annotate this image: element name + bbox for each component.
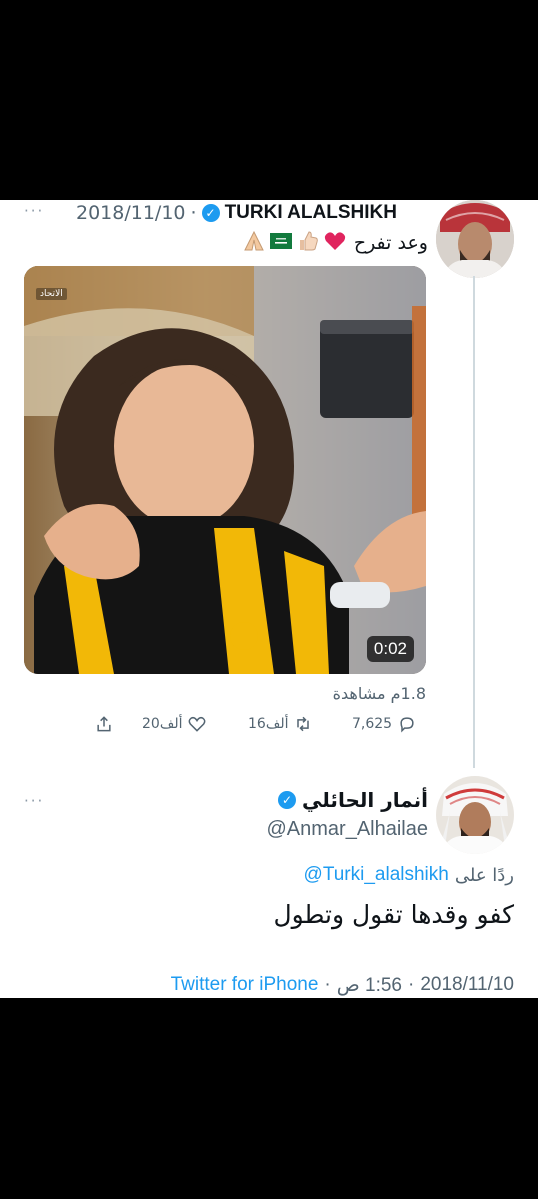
- reply-count: 7,625: [352, 716, 393, 732]
- tweet1-video-media[interactable]: الاتحاد 0:02: [24, 266, 426, 674]
- more-options-icon[interactable]: ···: [24, 202, 44, 220]
- like-count: 20ألف: [142, 716, 183, 732]
- saudi-flag-emoji: [269, 233, 292, 253]
- tweet1-author-name[interactable]: TURKI ALALSHIKH: [225, 202, 397, 224]
- tweet2-handle[interactable]: @Anmar_Alhailae: [200, 818, 429, 841]
- tweet1-author-avatar[interactable]: [436, 200, 514, 278]
- reply-prefix: ردًا على: [454, 864, 514, 886]
- thread-connector-line: [473, 276, 475, 768]
- like-button[interactable]: 20ألف: [142, 714, 207, 734]
- avatar-portrait-image: [436, 200, 514, 278]
- tweet1-text-row: وعد تفرح: [214, 228, 428, 258]
- separator-dot: ·: [324, 974, 331, 995]
- retweet-count: 16ألف: [248, 716, 289, 732]
- tweet1-date[interactable]: 2018/11/10: [76, 202, 186, 224]
- video-thumbnail-image: [24, 266, 426, 674]
- tweet-thread-card: ··· 2018/11/10 · ✓ TURKI ALALSHIKH وعد ت…: [0, 200, 538, 998]
- reply-icon: [400, 717, 414, 733]
- tweet2-meta-row: Twitter for iPhone · 1:56 ص · 2018/11/10: [60, 972, 514, 998]
- tweet2-source-link[interactable]: Twitter for iPhone: [171, 974, 319, 996]
- share-icon: [97, 716, 111, 732]
- praying-hands-emoji: [242, 230, 266, 256]
- video-duration-badge: 0:02: [366, 636, 414, 662]
- separator-dot: ·: [407, 974, 415, 995]
- tweet1-header: 2018/11/10 · ✓ TURKI ALALSHIKH: [76, 200, 428, 226]
- reply-to-handle-link[interactable]: @Turki_alalshikh: [304, 864, 449, 886]
- avatar-portrait-image: [436, 776, 514, 854]
- tweet2-author-avatar[interactable]: [436, 776, 514, 854]
- verified-badge-icon: ✓: [278, 791, 297, 809]
- tweet1-views[interactable]: 1.8م مشاهدة: [300, 684, 426, 703]
- retweet-icon: [297, 716, 310, 732]
- channel-watermark: الاتحاد: [36, 288, 67, 300]
- tweet2-date[interactable]: 2018/11/10: [420, 974, 514, 996]
- tweet2-author-row: ✓ أنمار الحائلي: [220, 786, 428, 814]
- reply-context: @Turki_alalshikh ردًا على: [240, 862, 514, 888]
- thumbs-up-emoji: [296, 230, 320, 256]
- more-options-icon[interactable]: ···: [24, 792, 44, 810]
- tweet2-text: كفو وقدها تقول وتطول: [273, 900, 514, 929]
- heart-outline-icon: [189, 716, 206, 732]
- share-button[interactable]: [94, 714, 114, 734]
- separator-dot: ·: [190, 202, 197, 224]
- heart-emoji: [324, 231, 346, 255]
- tweet1-text: وعد تفرح: [353, 232, 428, 254]
- verified-badge-icon: ✓: [201, 204, 220, 222]
- retweet-button[interactable]: 16ألف: [248, 714, 313, 734]
- tweet2-author-name[interactable]: أنمار الحائلي: [302, 788, 428, 812]
- reply-button[interactable]: 7,625: [352, 714, 417, 734]
- tweet2-time[interactable]: 1:56 ص: [337, 974, 402, 997]
